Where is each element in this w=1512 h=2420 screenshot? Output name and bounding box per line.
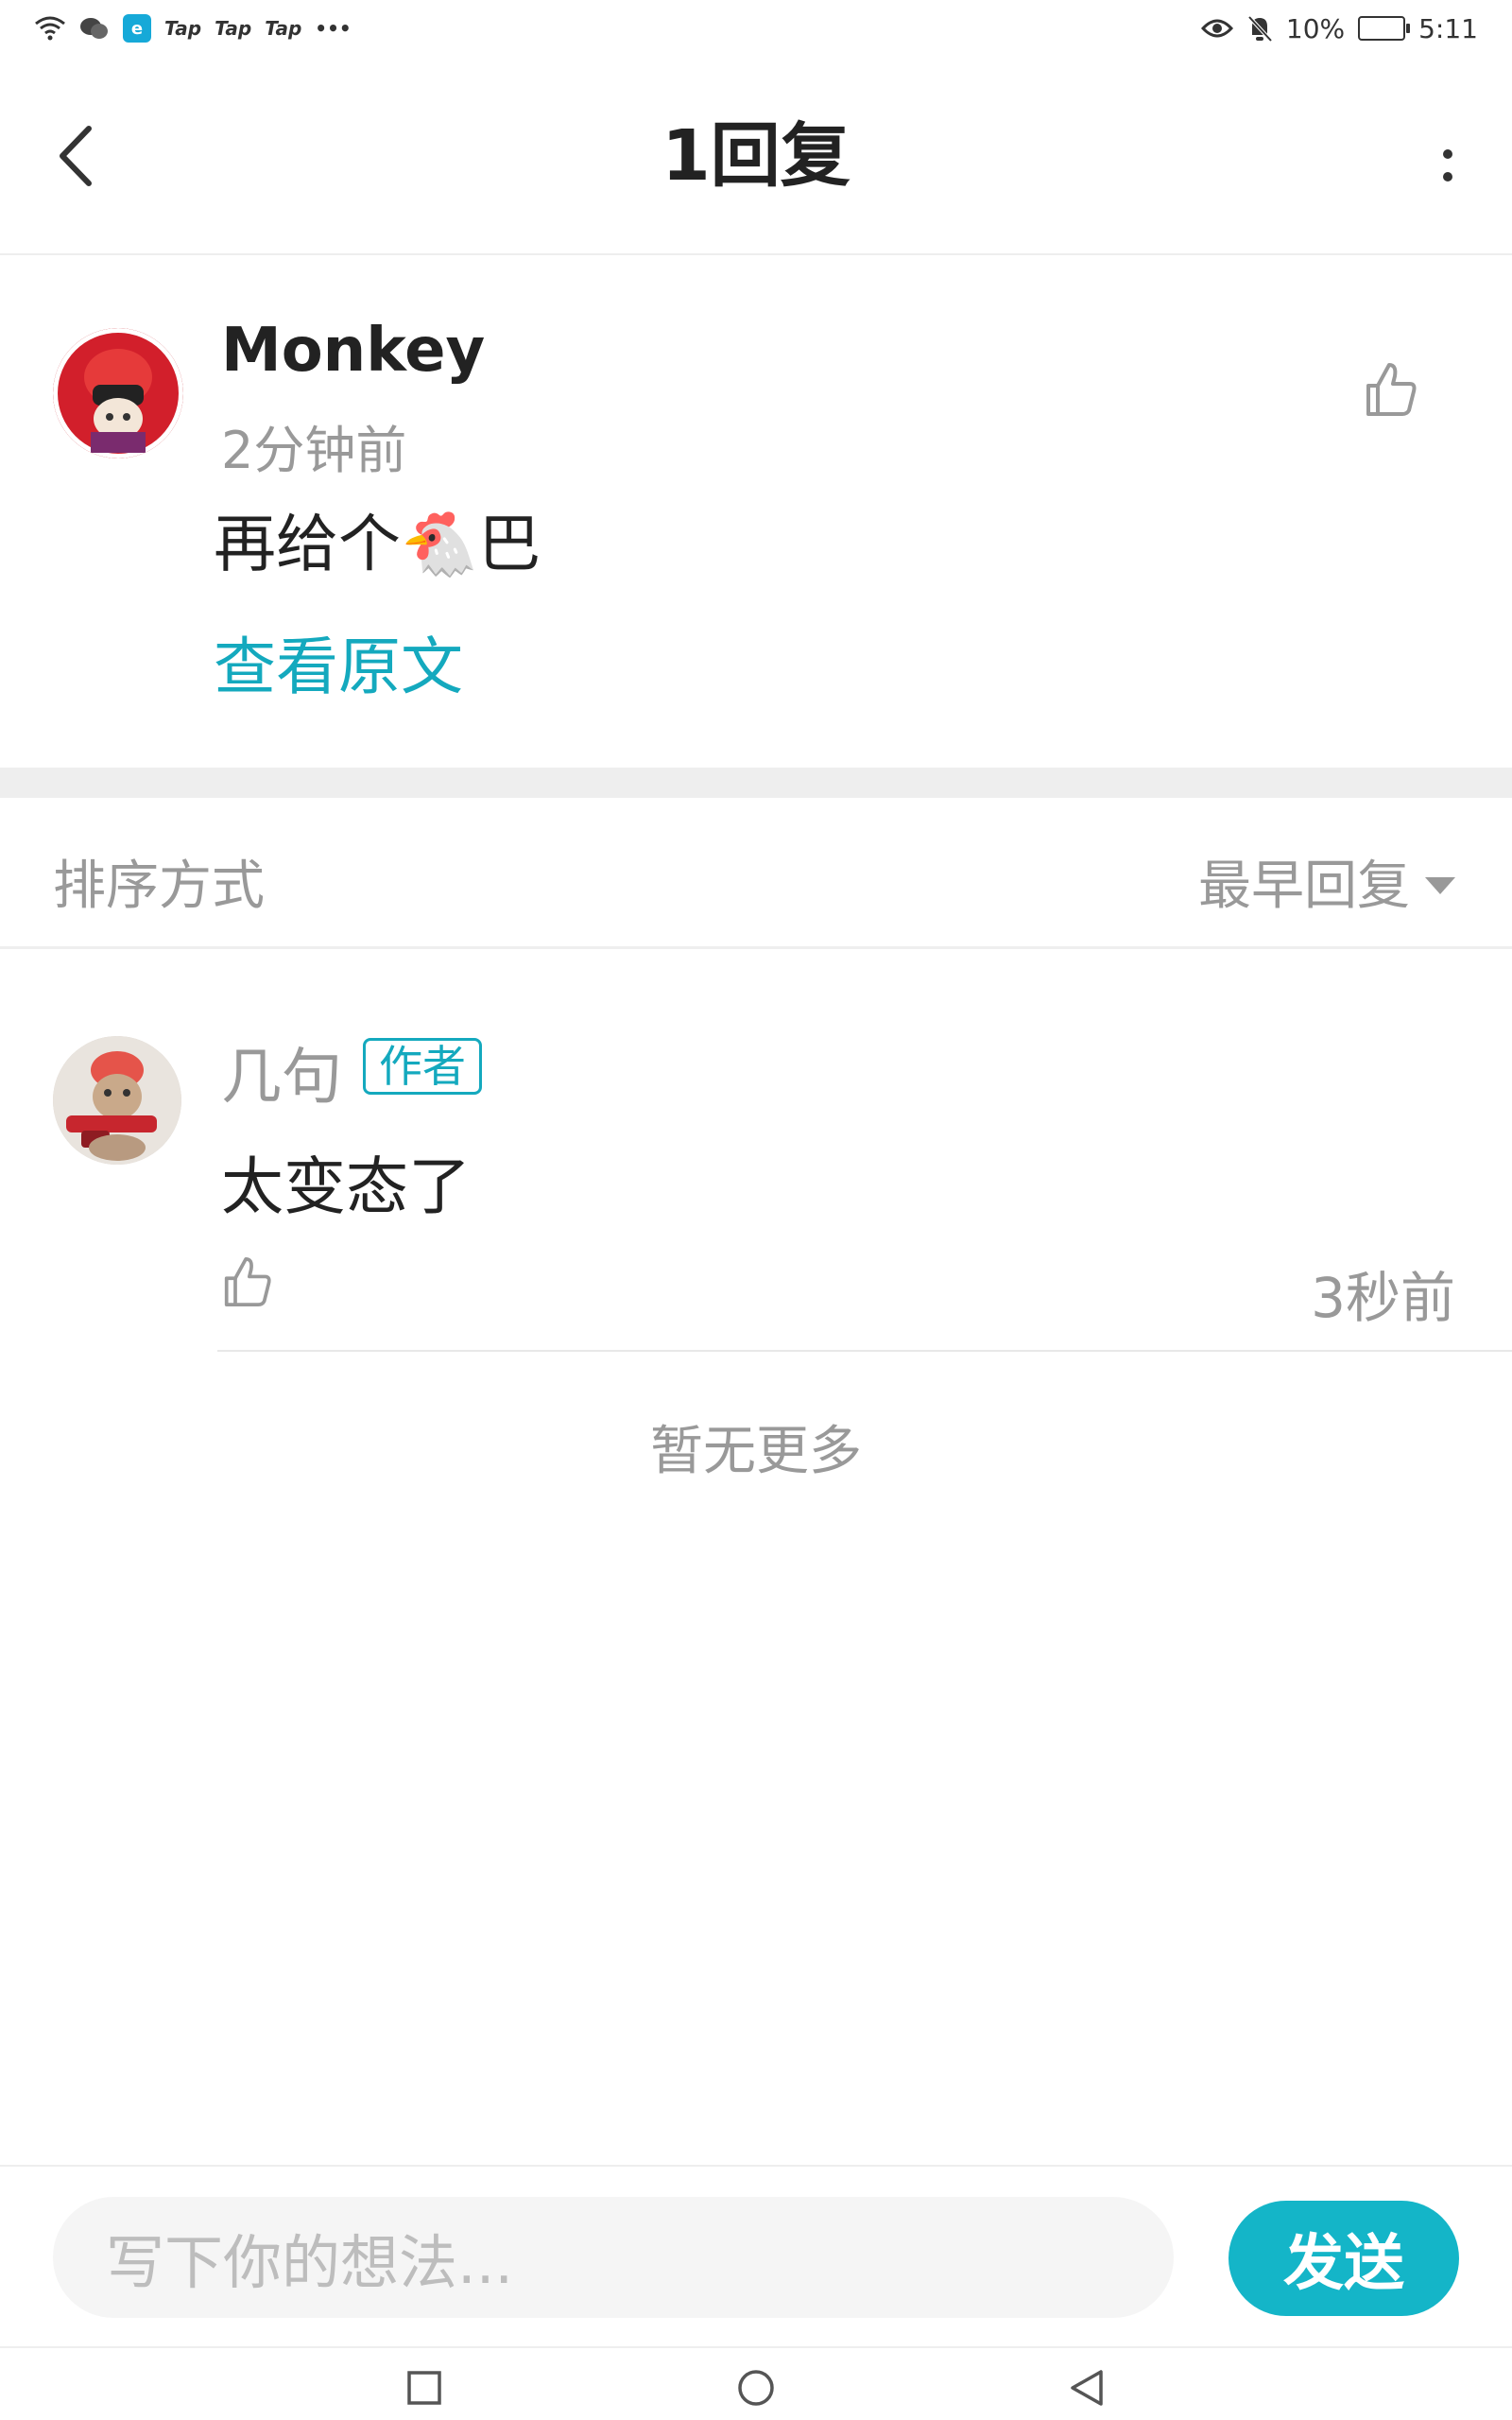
reply-author-name[interactable]: 几句	[221, 1028, 342, 1115]
divider	[217, 1350, 1512, 1352]
sort-bar: 排序方式 最早回复	[0, 798, 1512, 949]
avatar-image	[53, 328, 183, 458]
wechat-icon	[80, 18, 108, 39]
app-notification-icon: e	[123, 14, 151, 43]
clock: 5:11	[1418, 12, 1478, 44]
notification-text-2: Tap	[215, 17, 252, 40]
more-options-button[interactable]	[1429, 123, 1467, 208]
post-like-button[interactable]	[1365, 361, 1418, 418]
post-time: 2分钟前	[221, 421, 407, 480]
section-separator	[0, 768, 1512, 798]
dropdown-arrow-icon	[1425, 876, 1455, 894]
battery-percent: 10%	[1285, 12, 1346, 44]
eye-icon	[1200, 19, 1233, 38]
post-author-name[interactable]: Monkey	[221, 316, 485, 386]
thumbs-up-icon	[224, 1257, 271, 1306]
post-content: 再给个🐔巴	[214, 508, 541, 580]
sort-dropdown[interactable]: 最早回复	[1198, 843, 1455, 920]
triangle-back-icon	[1071, 2370, 1103, 2406]
circle-icon	[738, 2370, 774, 2406]
status-bar: e Tap Tap Tap ••• 10% 5:11	[0, 0, 1512, 57]
avatar-image	[53, 1036, 181, 1165]
square-icon	[407, 2371, 441, 2405]
reply-time: 3秒前	[1311, 1266, 1455, 1330]
reply-author-avatar[interactable]	[53, 1036, 181, 1165]
system-nav-bar	[0, 2346, 1512, 2420]
notification-text-3: Tap	[265, 17, 302, 40]
reply-like-button[interactable]	[223, 1255, 272, 1308]
wifi-icon	[35, 16, 65, 41]
reply-item: 几句 作者 太变态了 3秒前	[0, 951, 1512, 1352]
view-original-link[interactable]: 查看原文	[214, 616, 463, 707]
battery-icon	[1358, 16, 1411, 41]
bell-off-icon	[1247, 15, 1273, 43]
status-bar-right: 10% 5:11	[1200, 12, 1478, 44]
sort-label: 排序方式	[53, 856, 265, 917]
thumbs-up-icon	[1366, 363, 1417, 416]
nav-back-button[interactable]	[1066, 2367, 1108, 2409]
notification-text-1: Tap	[164, 17, 202, 40]
post-author-avatar[interactable]	[53, 328, 183, 458]
author-badge: 作者	[363, 1038, 482, 1095]
notification-more: •••	[315, 17, 352, 40]
no-more-text: 暂无更多	[650, 1421, 862, 1482]
status-bar-left: e Tap Tap Tap •••	[34, 14, 352, 43]
comment-composer: 写下你的想法... 发送	[0, 2165, 1512, 2346]
send-button[interactable]: 发送	[1228, 2201, 1459, 2316]
sort-value: 最早回复	[1198, 856, 1410, 917]
reply-content: 太变态了	[221, 1150, 471, 1223]
comment-input[interactable]: 写下你的想法...	[53, 2197, 1174, 2318]
recent-apps-button[interactable]	[404, 2367, 445, 2409]
header: 1回复	[0, 57, 1512, 255]
vertical-dots-icon	[1443, 149, 1452, 159]
home-button[interactable]	[735, 2367, 777, 2409]
page-title: 1回复	[662, 115, 850, 197]
main-post: Monkey 2分钟前 再给个🐔巴 查看原文	[0, 257, 1512, 768]
